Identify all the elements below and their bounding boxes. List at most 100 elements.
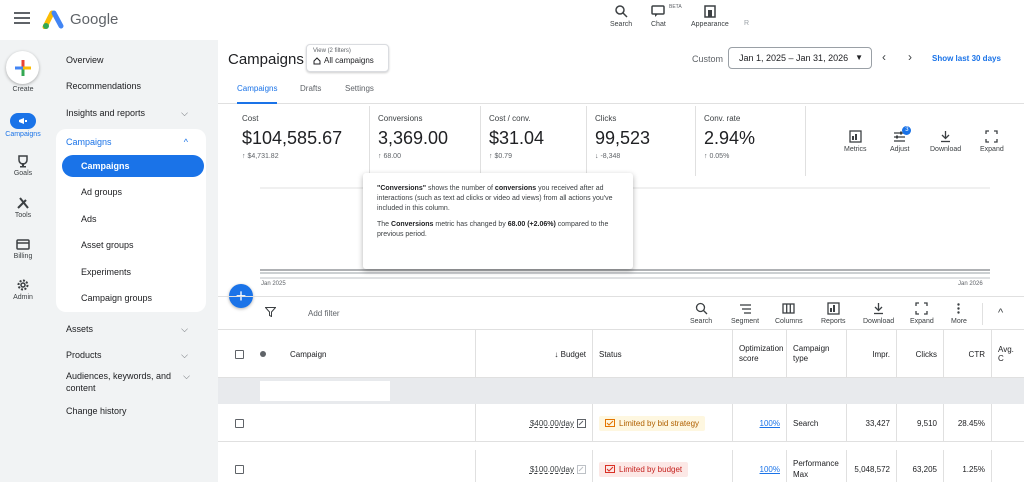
opt-score-link[interactable]: 100% (760, 419, 780, 428)
nav-audiences-label: Audiences, keywords, and content (66, 371, 172, 393)
date-range-text: Jan 1, 2025 – Jan 31, 2026 (739, 53, 849, 63)
nav-sub-ad-groups[interactable]: Ad groups (62, 181, 204, 203)
download-icon (874, 303, 884, 315)
nav-campaigns-header[interactable]: Campaigns ^ (56, 129, 202, 155)
metric-label: Cost (242, 114, 259, 123)
nav-products[interactable]: Products ⌵ (56, 342, 202, 368)
status-badge[interactable]: Limited by budget (599, 461, 689, 477)
metric-card-cost-per-conv[interactable]: Cost / conv. $31.04 ↑ $0.79 (481, 106, 587, 176)
edit-budget-icon[interactable] (577, 464, 586, 474)
next-period-arrow-icon[interactable]: › (908, 50, 912, 64)
show-last-30-days-link[interactable]: Show last 30 days (932, 54, 1001, 63)
tab-campaigns[interactable]: Campaigns (237, 84, 278, 104)
metric-card-cost[interactable]: Cost $104,585.67 ↑ $4,731.82 (234, 106, 370, 176)
table-expand-button[interactable]: Expand (910, 302, 934, 325)
billing-icon (16, 239, 30, 250)
table-row[interactable]: $100.00/day Limited by budget 100% Perfo… (218, 450, 1024, 482)
table-row[interactable]: $400.00/day Limited by bid strategy 100%… (218, 404, 1024, 442)
tools-icon (17, 197, 29, 209)
status-dot-icon (260, 351, 266, 357)
rail-item-billing[interactable]: Billing (0, 237, 46, 260)
campaign-name-cell[interactable] (284, 450, 476, 482)
edit-budget-icon[interactable] (577, 418, 586, 428)
status-badge[interactable]: Limited by bid strategy (599, 415, 706, 431)
rail-create-label: Create (12, 86, 34, 93)
nav-recommendations[interactable]: Recommendations (56, 73, 202, 99)
metric-card-clicks[interactable]: Clicks 99,523 ↓ -8,348 (587, 106, 696, 176)
adjust-button[interactable]: 3 Adjust (890, 126, 912, 153)
rail-item-goals[interactable]: Goals (0, 154, 46, 177)
metric-card-conversions[interactable]: Conversions 3,369.00 ↑ 68.00 (370, 106, 481, 176)
nav-sub-experiments[interactable]: Experiments (62, 261, 204, 283)
tab-drafts[interactable]: Drafts (300, 84, 321, 104)
nav-insights[interactable]: Insights and reports ⌵ (56, 100, 202, 126)
columns-button[interactable]: Columns (775, 302, 803, 325)
col-header-status[interactable]: Status (593, 330, 733, 378)
campaign-name-cell[interactable] (284, 404, 476, 442)
top-refresh-button[interactable]: R (744, 20, 749, 27)
top-appearance-button[interactable]: Appearance (691, 4, 729, 28)
status-cell: Limited by budget (593, 450, 733, 482)
budget-value[interactable]: $400.00/day (530, 419, 574, 428)
col-header-campaign[interactable]: Campaign (284, 330, 476, 378)
filter-icon[interactable] (265, 307, 276, 317)
budget-value[interactable]: $100.00/day (530, 465, 574, 474)
table-search-button[interactable]: Search (690, 302, 712, 325)
app-name: Google (70, 10, 119, 28)
col-header-ctr-label: CTR (968, 349, 985, 359)
nav-sub-campaigns[interactable]: Campaigns (62, 155, 204, 177)
more-button[interactable]: More (951, 302, 967, 325)
rail-item-admin[interactable]: Admin (0, 278, 46, 301)
budget-cell[interactable]: $100.00/day (476, 450, 593, 482)
hamburger-menu-icon[interactable] (14, 12, 30, 26)
nav-audiences[interactable]: Audiences, keywords, and content ⌵ (56, 370, 190, 396)
tooltip-paragraph-2: The Conversions metric has changed by 68… (377, 220, 619, 240)
main-panel: Campaigns View (2 filters) All campaigns… (218, 40, 1024, 482)
col-header-clicks[interactable]: Clicks (897, 330, 944, 378)
google-ads-logo[interactable]: Google (42, 9, 118, 29)
select-all-checkbox[interactable] (234, 349, 244, 359)
rail-item-tools[interactable]: Tools (0, 196, 46, 219)
tooltip-text: metric has changed by (433, 221, 508, 228)
reports-icon (827, 302, 840, 315)
metric-card-conv-rate[interactable]: Conv. rate 2.94% ↑ 0.05% (696, 106, 806, 176)
date-range-picker[interactable]: Jan 1, 2025 – Jan 31, 2026 ▼ (728, 47, 872, 69)
nav-sub-ads[interactable]: Ads (62, 208, 204, 230)
row-checkbox[interactable] (234, 464, 244, 474)
collapse-chevron-up-icon[interactable]: ^ (998, 307, 1003, 319)
add-filter-button[interactable]: Add filter (308, 309, 340, 318)
top-search-button[interactable]: Search (610, 4, 632, 28)
top-chat-button[interactable]: BETA Chat (651, 4, 682, 28)
create-button[interactable] (6, 51, 39, 84)
col-header-avg-cpc[interactable]: Avg. C (992, 330, 1024, 378)
col-header-ctr[interactable]: CTR (944, 330, 992, 378)
row-checkbox[interactable] (234, 418, 244, 428)
col-header-impr[interactable]: Impr. (847, 330, 897, 378)
reports-button[interactable]: Reports (821, 302, 846, 325)
prev-period-arrow-icon[interactable]: ‹ (882, 50, 886, 64)
segment-button[interactable]: Segment (731, 302, 759, 325)
chart-expand-button[interactable]: Expand (980, 130, 1004, 153)
view-filter-chip[interactable]: View (2 filters) All campaigns (306, 44, 389, 72)
col-header-budget[interactable]: ↓ Budget (476, 330, 593, 378)
adjust-badge: 3 (902, 126, 912, 135)
rail-tools-label: Tools (14, 212, 32, 219)
metrics-button[interactable]: Metrics (844, 130, 867, 153)
chart-download-button[interactable]: Download (930, 130, 961, 153)
opt-score-link[interactable]: 100% (760, 465, 780, 474)
col-header-opt-score[interactable]: Optimization score (733, 330, 787, 378)
table-download-button[interactable]: Download (863, 302, 894, 325)
nav-overview[interactable]: Overview (56, 47, 202, 73)
columns-icon (782, 303, 795, 314)
nav-sub-campaign-groups[interactable]: Campaign groups (62, 287, 204, 309)
budget-cell[interactable]: $400.00/day (476, 404, 593, 442)
nav-assets[interactable]: Assets ⌵ (56, 316, 202, 342)
metric-change: ↓ -8,348 (595, 153, 621, 160)
conversions-tooltip: "Conversions" shows the number of conver… (363, 173, 633, 269)
tooltip-term: conversions (494, 185, 537, 192)
tab-settings[interactable]: Settings (345, 84, 374, 104)
nav-sub-asset-groups[interactable]: Asset groups (62, 234, 204, 256)
rail-item-campaigns[interactable]: Campaigns (0, 113, 46, 138)
nav-change-history[interactable]: Change history (56, 398, 202, 424)
col-header-campaign-type[interactable]: Campaign type (787, 330, 847, 378)
